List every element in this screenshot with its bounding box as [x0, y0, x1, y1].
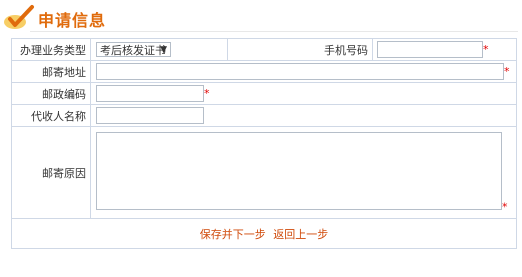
phone-input[interactable]: [377, 41, 483, 58]
section-title: 申请信息: [38, 11, 107, 30]
row-postal-code: 邮政编码 *: [11, 82, 517, 105]
required-mark: *: [502, 200, 508, 214]
row-actions: 保存并下一步 返回上一步: [11, 218, 517, 249]
postal-code-label: 邮政编码: [11, 82, 91, 105]
business-type-selected: 考后核发证书: [100, 44, 166, 57]
business-type-select[interactable]: 考后核发证书 ▼: [96, 42, 171, 57]
agent-name-input[interactable]: [96, 107, 204, 124]
application-form: 办理业务类型 考后核发证书 ▼ 手机号码 * 邮寄地址 * 邮政编码 * 代收人…: [11, 38, 517, 249]
postal-code-input[interactable]: [96, 85, 204, 102]
save-next-link[interactable]: 保存并下一步: [200, 228, 266, 241]
phone-label: 手机号码: [227, 38, 373, 61]
back-link[interactable]: 返回上一步: [273, 228, 328, 241]
mail-reason-label: 邮寄原因: [11, 126, 91, 219]
header-divider: [30, 31, 518, 32]
required-mark: *: [483, 43, 489, 56]
check-icon: [4, 5, 34, 29]
required-mark: *: [204, 87, 210, 100]
row-business-type: 办理业务类型 考后核发证书 ▼ 手机号码 *: [11, 38, 517, 61]
row-agent-name: 代收人名称: [11, 104, 517, 127]
business-type-label: 办理业务类型: [11, 38, 91, 61]
row-mail-reason: 邮寄原因 *: [11, 126, 517, 219]
row-mail-address: 邮寄地址 *: [11, 60, 517, 83]
mail-reason-textarea[interactable]: [96, 131, 502, 210]
mail-address-input[interactable]: [96, 63, 504, 80]
mail-address-label: 邮寄地址: [11, 60, 91, 83]
required-mark: *: [504, 65, 510, 78]
agent-name-label: 代收人名称: [11, 104, 91, 127]
section-header: 申请信息: [0, 0, 522, 32]
chevron-down-icon: ▼: [160, 45, 167, 55]
